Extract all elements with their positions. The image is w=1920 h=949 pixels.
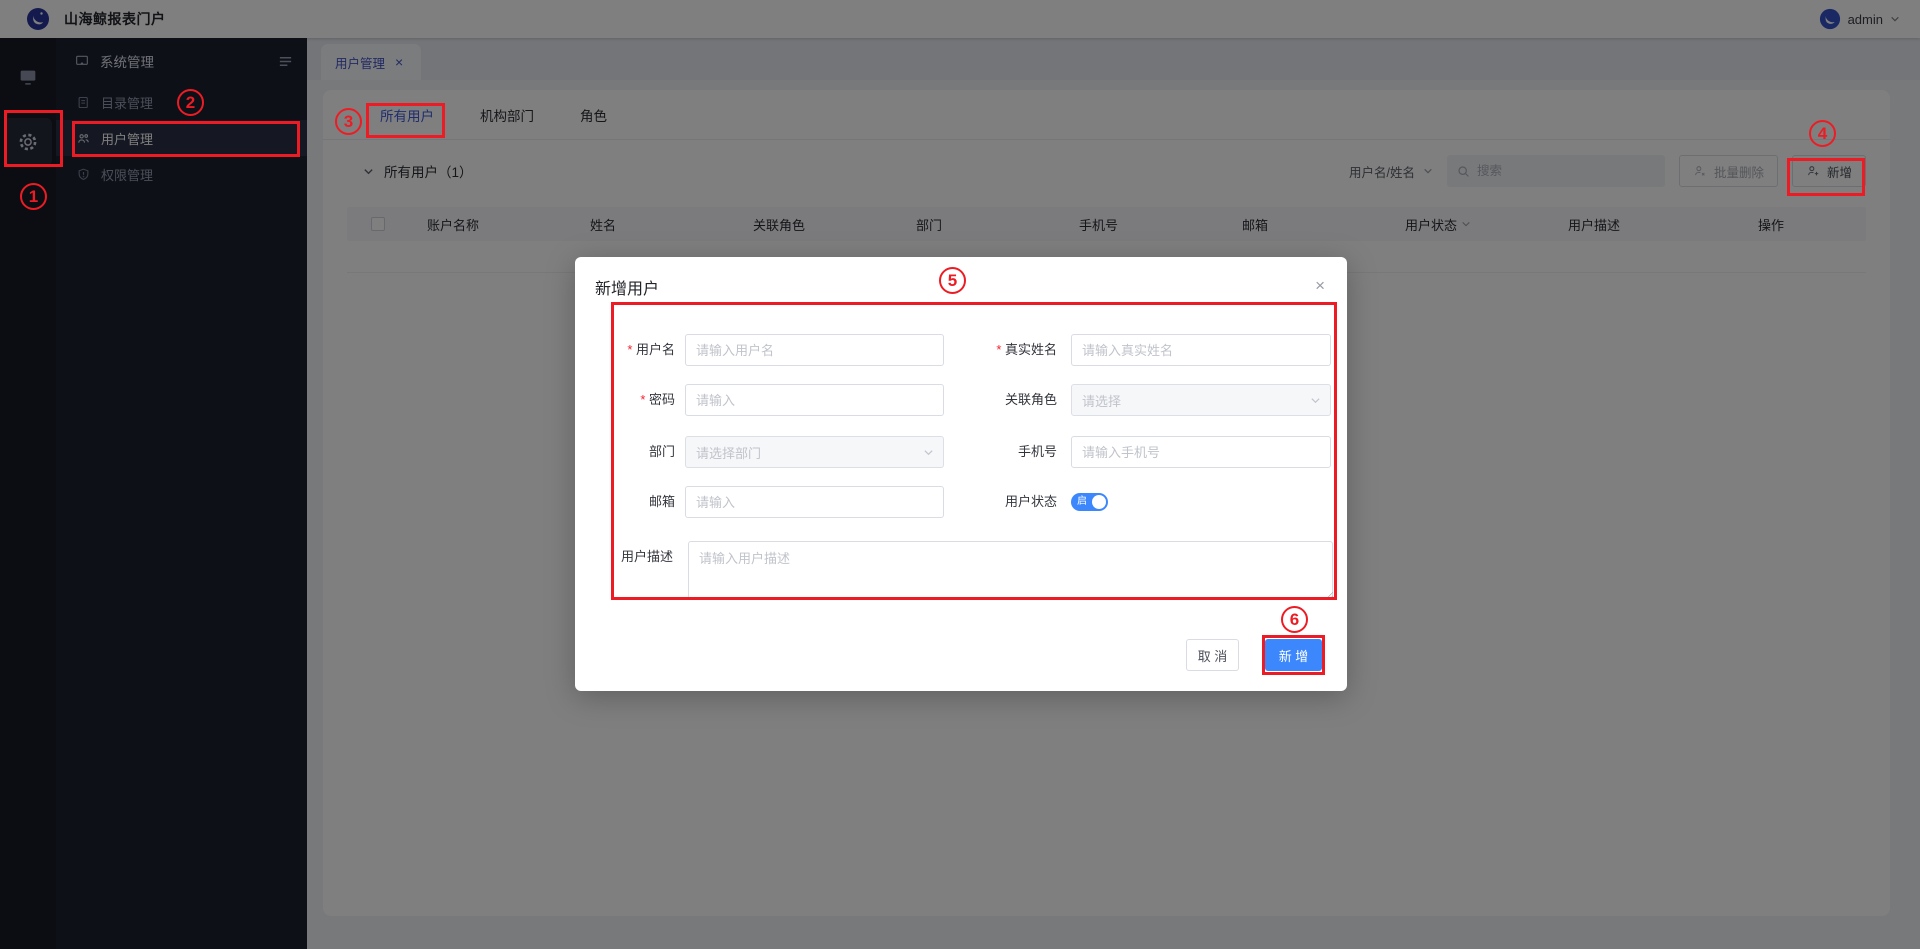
form-row: 邮箱 用户状态 启 xyxy=(575,486,1347,518)
screen: 山海鲸报表门户 admin xyxy=(0,0,1920,949)
role-select-placeholder: 请选择 xyxy=(1082,393,1122,409)
form-row: 密码 关联角色 请选择 xyxy=(575,384,1347,416)
role-select[interactable]: 请选择 xyxy=(1071,384,1331,416)
password-field[interactable] xyxy=(685,384,944,416)
email-field[interactable] xyxy=(685,486,944,518)
department-label: 部门 xyxy=(648,444,675,459)
phone-label: 手机号 xyxy=(1017,444,1057,459)
username-field[interactable] xyxy=(685,334,944,366)
toggle-on-label: 启 xyxy=(1077,496,1087,507)
chevron-down-icon xyxy=(923,447,933,457)
realname-label: 真实姓名 xyxy=(965,334,1057,366)
cancel-button[interactable]: 取 消 xyxy=(1186,639,1239,671)
form-row: 用户名 真实姓名 xyxy=(575,334,1347,366)
close-icon[interactable]: × xyxy=(1315,277,1325,294)
description-field[interactable] xyxy=(688,541,1333,600)
modal-title: 新增用户 xyxy=(595,281,660,298)
description-label: 用户描述 xyxy=(620,549,673,564)
email-label: 邮箱 xyxy=(648,494,675,509)
chevron-down-icon xyxy=(1310,395,1320,405)
department-select[interactable]: 请选择部门 xyxy=(685,436,944,468)
username-label: 用户名 xyxy=(590,334,675,366)
submit-button[interactable]: 新 增 xyxy=(1265,639,1322,671)
phone-field[interactable] xyxy=(1071,436,1331,468)
role-label: 关联角色 xyxy=(1004,392,1057,407)
status-label: 用户状态 xyxy=(1004,494,1057,509)
form-row: 用户描述 xyxy=(575,541,1347,600)
toggle-knob xyxy=(1092,495,1106,509)
password-label: 密码 xyxy=(590,384,675,416)
status-toggle[interactable]: 启 xyxy=(1071,493,1108,511)
form-row: 部门 请选择部门 手机号 xyxy=(575,436,1347,468)
realname-field[interactable] xyxy=(1071,334,1331,366)
add-user-modal: 新增用户 × 用户名 真实姓名 密码 关联角色 请选择 部门 请选择部门 xyxy=(575,257,1347,691)
department-select-placeholder: 请选择部门 xyxy=(696,445,762,461)
